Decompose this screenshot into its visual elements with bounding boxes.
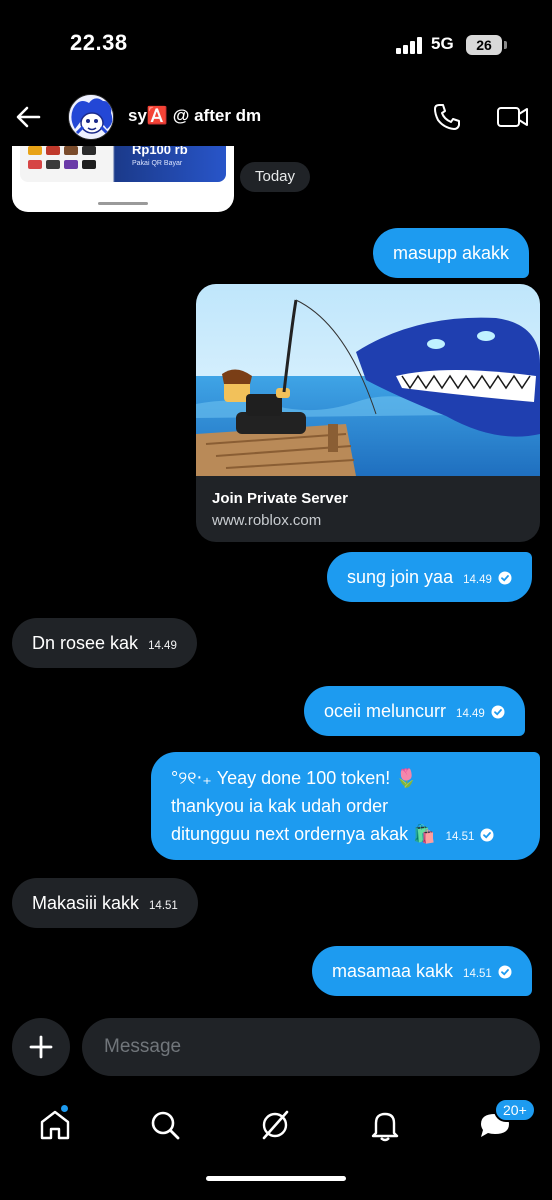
message-bubble-outgoing[interactable]: °୨୧‧₊ Yeay done 100 token! 🌷 thankyou ia… <box>151 752 540 860</box>
message-text: Dn rosee kak <box>32 633 139 653</box>
battery-icon: 26 <box>466 35 502 55</box>
promo-subtitle: Pakai QR Bayar <box>132 160 183 167</box>
message-line: °୨୧‧₊ Yeay done 100 token! 🌷 <box>171 768 418 788</box>
message-bubble-outgoing[interactable]: masamaa kakk 14.51 <box>312 946 532 996</box>
message-time: 14.49 <box>148 640 177 652</box>
status-bar: 22.38 5G 26 <box>0 0 552 90</box>
notification-dot <box>60 1104 69 1113</box>
scroll-bar <box>98 202 148 205</box>
plus-icon <box>29 1035 53 1059</box>
previous-message-card[interactable]: Rp100 rb Pakai QR Bayar <box>12 138 234 212</box>
network-type: 5G <box>431 34 454 53</box>
read-check-icon <box>498 571 512 585</box>
message-bubble-outgoing[interactable]: oceii meluncurr 14.49 <box>304 686 525 736</box>
read-check-icon <box>491 705 505 719</box>
read-check-icon <box>498 965 512 979</box>
video-call-icon[interactable] <box>496 102 530 132</box>
message-text: oceii meluncurr <box>324 701 447 721</box>
message-time: 14.51 <box>463 968 492 980</box>
avatar[interactable] <box>68 94 114 140</box>
message-time: 14.51 <box>445 831 475 843</box>
phone-icon[interactable] <box>432 102 462 132</box>
link-preview-card[interactable]: Join Private Server www.roblox.com <box>196 284 540 542</box>
message-bubble-outgoing[interactable]: masupp akakk <box>373 228 530 278</box>
search-icon[interactable] <box>140 1100 190 1150</box>
back-arrow-icon[interactable] <box>12 100 46 134</box>
message-time: 14.49 <box>456 708 485 720</box>
contact-name[interactable]: sy🅰️ @ after dm <box>128 106 261 126</box>
link-preview-image <box>196 284 540 476</box>
message-text: masamaa kakk <box>332 961 454 981</box>
signal-icon <box>396 36 424 54</box>
messages-badge: 20+ <box>494 1098 536 1122</box>
message-time: 14.49 <box>463 574 492 586</box>
grok-icon[interactable] <box>250 1100 300 1150</box>
home-indicator <box>206 1176 346 1181</box>
link-domain: www.roblox.com <box>212 512 322 529</box>
message-text: Makasiii kakk <box>32 893 140 913</box>
add-attachment-button[interactable] <box>12 1018 70 1076</box>
message-bubble-incoming[interactable]: Makasiii kakk 14.51 <box>12 878 198 928</box>
bell-icon[interactable] <box>360 1100 410 1150</box>
message-line: ditungguu next ordernya akak 🛍️ <box>171 824 436 844</box>
status-time: 22.38 <box>70 30 128 55</box>
battery-cap <box>504 41 507 49</box>
message-input[interactable] <box>82 1018 540 1076</box>
message-bubble-incoming[interactable]: Dn rosee kak 14.49 <box>12 618 197 668</box>
chat-header: sy🅰️ @ after dm <box>0 90 552 146</box>
link-title: Join Private Server <box>212 490 348 507</box>
date-divider: Today <box>240 162 311 192</box>
message-bubble-outgoing[interactable]: sung join yaa 14.49 <box>327 552 532 602</box>
read-check-icon <box>480 828 494 842</box>
message-time: 14.51 <box>149 900 178 912</box>
partner-logos <box>28 144 108 174</box>
message-text: sung join yaa <box>347 567 454 587</box>
message-text: masupp akakk <box>393 243 510 263</box>
home-icon[interactable] <box>30 1100 80 1150</box>
bottom-tab-bar: 20+ <box>0 1090 552 1200</box>
message-line: thankyou ia kak udah order <box>171 796 389 816</box>
